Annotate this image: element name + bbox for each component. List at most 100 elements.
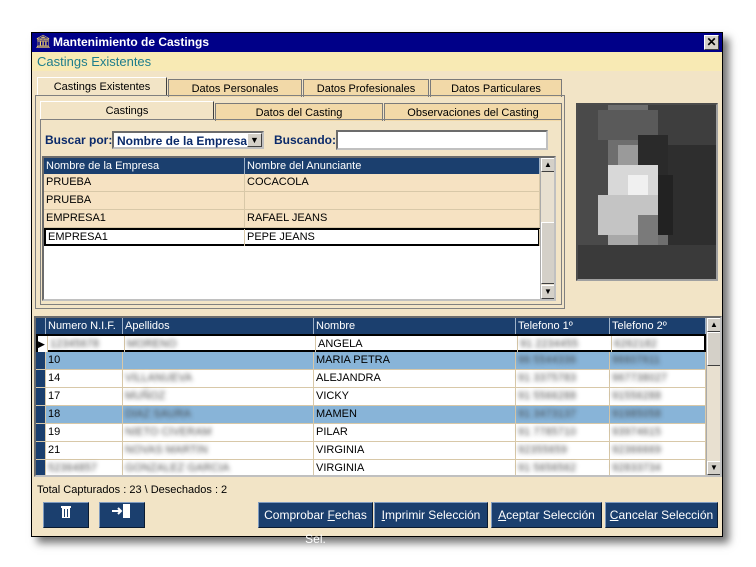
cell-apellidos: NOVAS MARTIN <box>123 442 314 459</box>
cell-tel1: 91 2234455 <box>518 336 612 353</box>
cell-nif: 21 <box>46 442 123 459</box>
cell-empresa: EMPRESA1 <box>46 229 245 246</box>
search-by-value: Nombre de la Empresa <box>117 134 248 148</box>
check-dates-button[interactable]: Comprobar Fechas Sel. <box>258 502 373 546</box>
cell-nif: 19 <box>46 424 123 441</box>
searching-label: Buscando: <box>274 133 337 147</box>
cell-nombre: PILAR <box>314 424 516 441</box>
scroll-up-icon[interactable]: ▲ <box>541 158 554 172</box>
people-scrollbar[interactable]: ▲ ▼ <box>706 318 720 475</box>
col-header-anunciante[interactable]: Nombre del Anunciante <box>245 158 540 174</box>
col-header-apellidos[interactable]: Apellidos <box>123 318 314 334</box>
search-input[interactable] <box>336 130 548 150</box>
accept-selection-button[interactable]: Aceptar Selección <box>491 502 602 528</box>
cell-apellidos: VILLANUEVA <box>123 370 314 387</box>
cell-tel2: 91556288 <box>610 388 706 405</box>
table-row[interactable]: 52364857 GONZALEZ GARCIA VIRGINIA 91 565656… <box>36 460 706 475</box>
table-row[interactable]: 19 NIETO CIVERAM PILAR 91 7785710 93974615 <box>36 424 706 442</box>
cell-empresa: PRUEBA <box>44 174 245 191</box>
people-grid-header: Numero N.I.F. Apellidos Nombre Telefono … <box>36 318 706 334</box>
table-row[interactable]: PRUEBA COCACOLA <box>44 174 540 192</box>
row-selector[interactable] <box>36 424 46 441</box>
scroll-thumb[interactable] <box>541 222 554 284</box>
cell-tel2: 93974615 <box>610 424 706 441</box>
cell-tel2: 91985058 <box>610 406 706 423</box>
current-row-indicator-icon[interactable]: ▶ <box>38 336 48 353</box>
cell-anunciante <box>245 192 540 209</box>
castings-scrollbar[interactable]: ▲ ▼ <box>540 158 554 299</box>
cell-tel1: 96 5544336 <box>516 352 610 369</box>
check-dates-label-b: F <box>327 508 335 522</box>
search-by-select[interactable]: Nombre de la Empresa ▼ <box>112 131 264 149</box>
row-selector[interactable] <box>36 460 46 475</box>
table-row[interactable]: 10 MARIA PETRA 96 5544336 96607611 <box>36 352 706 370</box>
table-row[interactable]: 17 MUÑOZ VICKY 91 5566288 91556288 <box>36 388 706 406</box>
cell-empresa: PRUEBA <box>44 192 245 209</box>
row-selector[interactable] <box>36 370 46 387</box>
col-header-empresa[interactable]: Nombre de la Empresa <box>44 158 245 174</box>
table-row-current[interactable]: ▶ 12345678 MORENO ANGELA 91 2234455 6262182 <box>36 334 708 353</box>
cell-nif: 52364857 <box>46 460 123 475</box>
cell-anunciante: COCACOLA <box>245 174 540 191</box>
trash-icon <box>60 506 72 522</box>
castings-grid-header: Nombre de la Empresa Nombre del Anuncian… <box>44 158 540 174</box>
castings-grid[interactable]: Nombre de la Empresa Nombre del Anuncian… <box>42 156 556 301</box>
row-selector[interactable] <box>36 406 46 423</box>
cell-nombre: ALEJANDRA <box>314 370 516 387</box>
cell-tel1: 91 5656562 <box>516 460 610 475</box>
cell-tel1: 91 3375783 <box>516 370 610 387</box>
table-row[interactable]: 21 NOVAS MARTIN VIRGINIA 92355659 92366669 <box>36 442 706 460</box>
cell-nif: 12345678 <box>48 336 125 353</box>
row-selector[interactable] <box>36 442 46 459</box>
col-header-nombre[interactable]: Nombre <box>314 318 516 334</box>
cancel-label-b: ancelar Selección <box>618 508 714 522</box>
cell-tel2: 92366669 <box>610 442 706 459</box>
accept-label-b: ceptar Selección <box>506 508 595 522</box>
cell-nombre: MAMEN <box>314 406 516 423</box>
row-selector[interactable] <box>36 352 46 369</box>
col-header-telefono2[interactable]: Telefono 2º <box>610 318 706 334</box>
cell-nombre: VIRGINIA <box>314 460 516 475</box>
cell-anunciante: PEPE JEANS <box>245 229 540 246</box>
cell-tel1: 92355659 <box>516 442 610 459</box>
cell-apellidos: MORENO <box>125 336 316 353</box>
print-selection-button[interactable]: Imprimir Selección <box>374 502 488 528</box>
table-row[interactable]: PRUEBA <box>44 192 540 210</box>
row-selector[interactable] <box>36 388 46 405</box>
cell-nif: 18 <box>46 406 123 423</box>
cell-nif: 17 <box>46 388 123 405</box>
col-header-telefono1[interactable]: Telefono 1º <box>516 318 610 334</box>
table-row-selected[interactable]: EMPRESA1 PEPE JEANS <box>44 228 540 246</box>
chevron-down-icon[interactable]: ▼ <box>247 133 262 147</box>
cell-empresa: EMPRESA1 <box>44 210 245 227</box>
col-header-nif[interactable]: Numero N.I.F. <box>46 318 123 334</box>
cell-apellidos: DIAZ SAURA <box>123 406 314 423</box>
cell-tel2: 967738027 <box>610 370 706 387</box>
title-bar: 🏛 Mantenimiento de Castings ✕ <box>32 33 722 52</box>
people-grid[interactable]: Numero N.I.F. Apellidos Nombre Telefono … <box>34 316 722 477</box>
exit-button[interactable] <box>99 502 145 528</box>
scroll-down-icon[interactable]: ▼ <box>707 461 720 475</box>
tab-castings-existentes[interactable]: Castings Existentes <box>37 77 167 95</box>
scroll-thumb[interactable] <box>707 332 720 366</box>
cancel-selection-button[interactable]: Cancelar Selección <box>605 502 718 528</box>
table-row[interactable]: EMPRESA1 RAFAEL JEANS <box>44 210 540 228</box>
cell-tel2: 96607611 <box>610 352 706 369</box>
cell-apellidos: MUÑOZ <box>123 388 314 405</box>
cell-nif: 14 <box>46 370 123 387</box>
table-row[interactable]: 18 DIAZ SAURA MAMEN 91 3473137 91985058 <box>36 406 706 424</box>
close-button[interactable]: ✕ <box>704 35 719 50</box>
scroll-down-icon[interactable]: ▼ <box>541 285 554 299</box>
subtab-castings[interactable]: Castings <box>40 101 214 119</box>
cell-nombre: VIRGINIA <box>314 442 516 459</box>
cell-nombre: ANGELA <box>316 336 518 353</box>
search-by-label: Buscar por: <box>45 133 113 147</box>
cell-nif: 10 <box>46 352 123 369</box>
cell-nombre: MARIA PETRA <box>314 352 516 369</box>
scroll-up-icon[interactable]: ▲ <box>707 318 720 332</box>
delete-button[interactable] <box>43 502 89 528</box>
building-icon: 🏛 <box>35 34 52 49</box>
table-row[interactable]: 14 VILLANUEVA ALEJANDRA 91 3375783 967738027 <box>36 370 706 388</box>
cell-tel1: 91 5566288 <box>516 388 610 405</box>
cell-tel1: 91 3473137 <box>516 406 610 423</box>
